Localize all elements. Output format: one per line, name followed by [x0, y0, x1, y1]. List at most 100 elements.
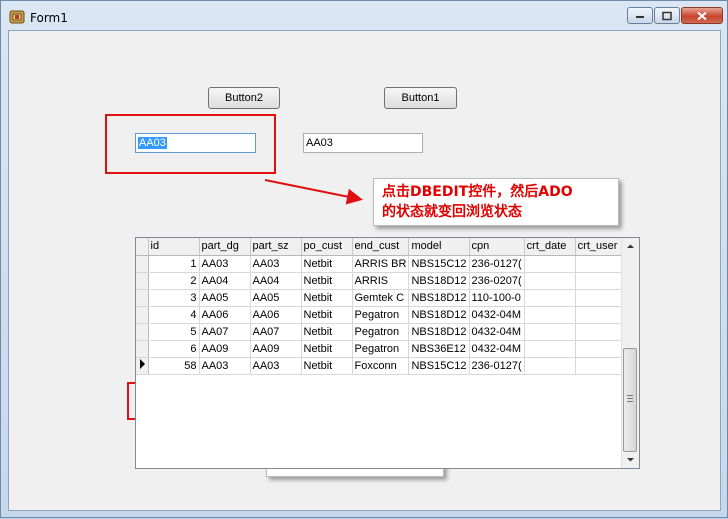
table-row[interactable]: 5 AA07 AA07 Netbit Pegatron NBS18D12 0432-04M	[136, 323, 627, 341]
table-cell-crt-user[interactable]	[575, 323, 627, 341]
table-cell-part-sz[interactable]: AA06	[250, 306, 302, 324]
table-cell-id[interactable]: 4	[148, 306, 200, 324]
table-cell-cpn[interactable]: 236-0207(	[469, 272, 525, 290]
row-indicator[interactable]	[136, 306, 149, 324]
grid-column-header-crt-date[interactable]: crt_date	[524, 238, 576, 256]
table-cell-crt-user[interactable]	[575, 306, 627, 324]
table-cell-part-dg[interactable]: AA07	[199, 323, 251, 341]
grid-column-header-part-sz[interactable]: part_sz	[250, 238, 302, 256]
table-cell-part-sz[interactable]: AA03	[250, 357, 302, 375]
table-cell-part-dg[interactable]: AA06	[199, 306, 251, 324]
row-indicator[interactable]	[136, 323, 149, 341]
table-cell-cpn[interactable]: 236-0127(	[469, 255, 525, 273]
edit-field[interactable]: AA03	[303, 133, 423, 153]
table-cell-end-cust[interactable]: Pegatron	[352, 340, 410, 358]
table-cell-model[interactable]: NBS15C12	[408, 255, 470, 273]
table-cell-po-cust[interactable]: Netbit	[301, 306, 353, 324]
table-cell-id[interactable]: 6	[148, 340, 200, 358]
table-cell-crt-date[interactable]	[524, 306, 576, 324]
table-cell-end-cust[interactable]: ARRIS BR	[352, 255, 410, 273]
table-cell-part-sz[interactable]: AA05	[250, 289, 302, 307]
table-cell-id[interactable]: 3	[148, 289, 200, 307]
scroll-grip-icon	[627, 395, 633, 402]
table-cell-po-cust[interactable]: Netbit	[301, 289, 353, 307]
table-cell-cpn[interactable]: 0432-04M	[469, 340, 525, 358]
dbgrid[interactable]: id part_dg part_sz po_cust end_cust model cpn c…	[135, 237, 640, 469]
table-cell-crt-user[interactable]	[575, 289, 627, 307]
table-cell-po-cust[interactable]: Netbit	[301, 340, 353, 358]
table-cell-crt-date[interactable]	[524, 323, 576, 341]
table-cell-crt-user[interactable]	[575, 255, 627, 273]
table-row[interactable]: 1 AA03 AA03 Netbit ARRIS BR NBS15C12 236-0127(	[136, 255, 627, 273]
row-indicator[interactable]	[136, 272, 149, 290]
row-indicator[interactable]	[136, 255, 149, 273]
table-cell-model[interactable]: NBS18D12	[408, 306, 470, 324]
table-cell-cpn[interactable]: 0432-04M	[469, 306, 525, 324]
table-cell-end-cust[interactable]: Pegatron	[352, 323, 410, 341]
table-cell-crt-user[interactable]	[575, 357, 627, 375]
close-button[interactable]	[681, 7, 723, 24]
table-cell-crt-date[interactable]	[524, 340, 576, 358]
table-cell-crt-user[interactable]	[575, 340, 627, 358]
table-row[interactable]: 58 AA03 AA03 Netbit Foxconn NBS15C12 236-0127(	[136, 357, 627, 375]
table-cell-model[interactable]: NBS18D12	[408, 272, 470, 290]
scroll-down-button[interactable]	[622, 451, 639, 468]
table-cell-crt-date[interactable]	[524, 272, 576, 290]
table-cell-part-dg[interactable]: AA04	[199, 272, 251, 290]
table-cell-model[interactable]: NBS36E12	[408, 340, 470, 358]
table-cell-cpn[interactable]: 236-0127(	[469, 357, 525, 375]
table-cell-part-dg[interactable]: AA03	[199, 357, 251, 375]
table-cell-end-cust[interactable]: Pegatron	[352, 306, 410, 324]
table-row[interactable]: 4 AA06 AA06 Netbit Pegatron NBS18D12 0432-04M	[136, 306, 627, 324]
table-cell-end-cust[interactable]: Foxconn	[352, 357, 410, 375]
maximize-icon	[662, 11, 672, 20]
grid-vertical-scrollbar[interactable]	[621, 238, 639, 468]
table-cell-po-cust[interactable]: Netbit	[301, 357, 353, 375]
table-cell-crt-user[interactable]	[575, 272, 627, 290]
grid-column-header-id[interactable]: id	[148, 238, 200, 256]
table-row[interactable]: 3 AA05 AA05 Netbit Gemtek C NBS18D12 110-100-0	[136, 289, 627, 307]
grid-column-header-model[interactable]: model	[408, 238, 470, 256]
table-row[interactable]: 6 AA09 AA09 Netbit Pegatron NBS36E12 0432-04M	[136, 340, 627, 358]
title-bar[interactable]: Form1	[1, 1, 727, 31]
grid-column-header-po-cust[interactable]: po_cust	[301, 238, 353, 256]
table-cell-crt-date[interactable]	[524, 255, 576, 273]
scroll-thumb[interactable]	[623, 348, 637, 452]
table-cell-id[interactable]: 58	[148, 357, 200, 375]
grid-column-header-cpn[interactable]: cpn	[469, 238, 525, 256]
table-cell-part-dg[interactable]: AA05	[199, 289, 251, 307]
table-cell-part-sz[interactable]: AA04	[250, 272, 302, 290]
table-cell-id[interactable]: 2	[148, 272, 200, 290]
table-cell-po-cust[interactable]: Netbit	[301, 272, 353, 290]
table-cell-part-dg[interactable]: AA09	[199, 340, 251, 358]
table-cell-part-sz[interactable]: AA07	[250, 323, 302, 341]
table-cell-po-cust[interactable]: Netbit	[301, 255, 353, 273]
table-cell-cpn[interactable]: 0432-04M	[469, 323, 525, 341]
table-cell-crt-date[interactable]	[524, 289, 576, 307]
table-cell-model[interactable]: NBS18D12	[408, 289, 470, 307]
maximize-button[interactable]	[654, 7, 680, 24]
grid-column-header-end-cust[interactable]: end_cust	[352, 238, 410, 256]
grid-column-header-part-dg[interactable]: part_dg	[199, 238, 251, 256]
scroll-up-button[interactable]	[622, 238, 639, 255]
table-row[interactable]: 2 AA04 AA04 Netbit ARRIS NBS18D12 236-0207(	[136, 272, 627, 290]
row-indicator[interactable]	[136, 357, 149, 375]
table-cell-part-sz[interactable]: AA09	[250, 340, 302, 358]
table-cell-cpn[interactable]: 110-100-0	[469, 289, 525, 307]
row-indicator[interactable]	[136, 289, 149, 307]
row-indicator[interactable]	[136, 340, 149, 358]
minimize-button[interactable]	[627, 7, 653, 24]
table-cell-id[interactable]: 1	[148, 255, 200, 273]
table-cell-part-dg[interactable]: AA03	[199, 255, 251, 273]
table-cell-model[interactable]: NBS18D12	[408, 323, 470, 341]
table-cell-id[interactable]: 5	[148, 323, 200, 341]
table-cell-crt-date[interactable]	[524, 357, 576, 375]
table-cell-end-cust[interactable]: ARRIS	[352, 272, 410, 290]
table-cell-po-cust[interactable]: Netbit	[301, 323, 353, 341]
grid-column-header-crt-user[interactable]: crt_user	[575, 238, 627, 256]
button2[interactable]: Button2	[208, 87, 280, 109]
button1[interactable]: Button1	[384, 87, 457, 109]
table-cell-model[interactable]: NBS15C12	[408, 357, 470, 375]
table-cell-end-cust[interactable]: Gemtek C	[352, 289, 410, 307]
table-cell-part-sz[interactable]: AA03	[250, 255, 302, 273]
